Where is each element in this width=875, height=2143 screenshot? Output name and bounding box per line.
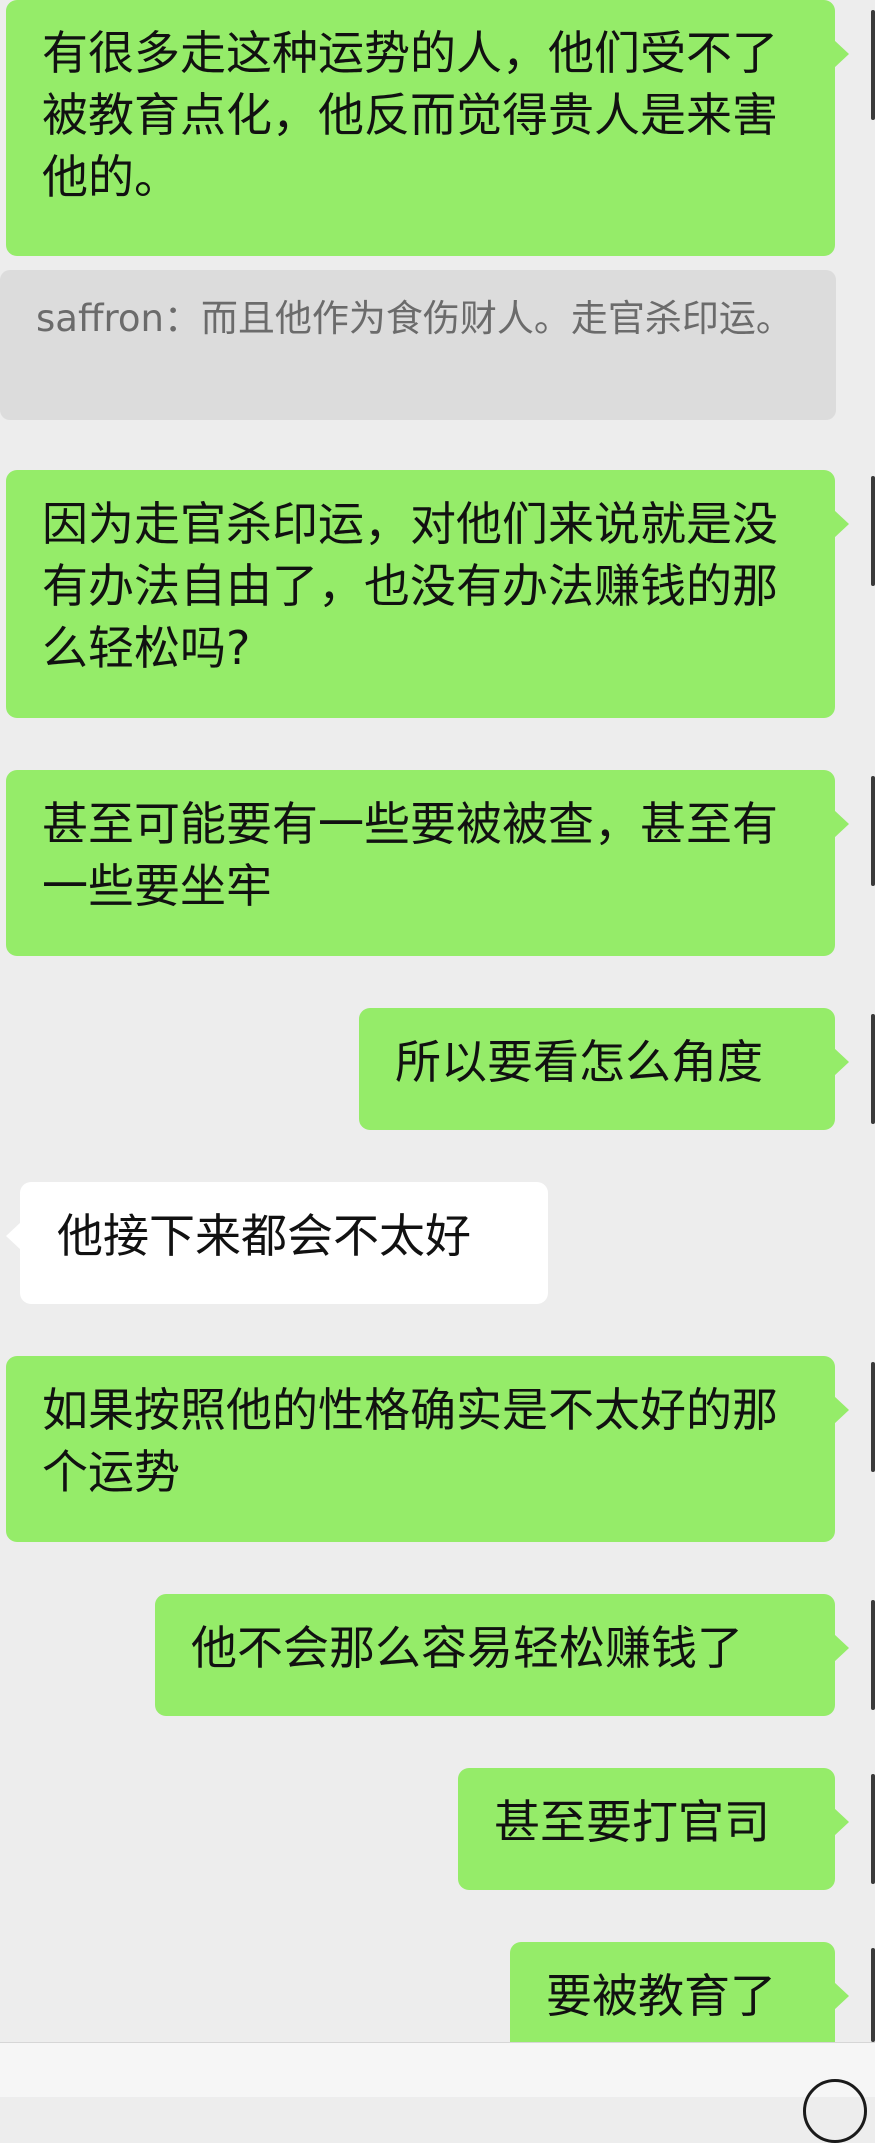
message-bubble-sent[interactable]: 甚至可能要有一些要被被查，甚至有一些要坐牢 (6, 770, 849, 956)
avatar[interactable] (871, 1014, 875, 1124)
message-text: 甚至可能要有一些要被被查，甚至有一些要坐牢 (42, 797, 778, 913)
avatar[interactable] (871, 1600, 875, 1710)
avatar[interactable] (871, 776, 875, 886)
message-bubble-sent[interactable]: 如果按照他的性格确实是不太好的那个运势 (6, 1356, 849, 1542)
message-bubble-sent[interactable]: 有很多走这种运势的人，他们受不了被教育点化，他反而觉得贵人是来害他的。 (6, 0, 849, 256)
message-bubble-sent[interactable]: 他不会那么容易轻松赚钱了 (155, 1594, 849, 1716)
message-text: 所以要看怎么角度 (395, 1035, 763, 1089)
quoted-message-text: saffron：而且他作为食伤财人。走官杀印运。 (36, 297, 793, 340)
message-text: 他不会那么容易轻松赚钱了 (191, 1621, 743, 1675)
message-bubble-sent[interactable]: 因为走官杀印运，对他们来说就是没有办法自由了，也没有办法赚钱的那么轻松吗? (6, 470, 849, 718)
message-text: 他接下来都会不太好 (57, 1209, 471, 1263)
quoted-message[interactable]: saffron：而且他作为食伤财人。走官杀印运。 (0, 270, 836, 420)
message-text: 甚至要打官司 (494, 1795, 770, 1849)
add-button-icon[interactable] (803, 2079, 867, 2143)
message-text: 如果按照他的性格确实是不太好的那个运势 (42, 1383, 778, 1499)
chat-message-list[interactable]: 有很多走这种运势的人，他们受不了被教育点化，他反而觉得贵人是来害他的。 saff… (0, 0, 875, 2042)
avatar[interactable] (871, 476, 875, 586)
avatar[interactable] (871, 1774, 875, 1884)
input-toolbar (0, 2042, 875, 2143)
message-text: 有很多走这种运势的人，他们受不了被教育点化，他反而觉得贵人是来害他的。 (42, 26, 778, 204)
message-text: 要被教育了 (546, 1969, 776, 2023)
message-text: 因为走官杀印运，对他们来说就是没有办法自由了，也没有办法赚钱的那么轻松吗? (42, 497, 778, 675)
message-bubble-received[interactable]: 他接下来都会不太好 (6, 1182, 548, 1304)
avatar[interactable] (871, 1948, 875, 2042)
message-bubble-sent[interactable]: 所以要看怎么角度 (359, 1008, 849, 1130)
message-bubble-sent[interactable]: 甚至要打官司 (458, 1768, 849, 1890)
message-bubble-sent[interactable]: 要被教育了 (510, 1942, 849, 2042)
avatar[interactable] (871, 1362, 875, 1472)
avatar[interactable] (871, 10, 875, 120)
